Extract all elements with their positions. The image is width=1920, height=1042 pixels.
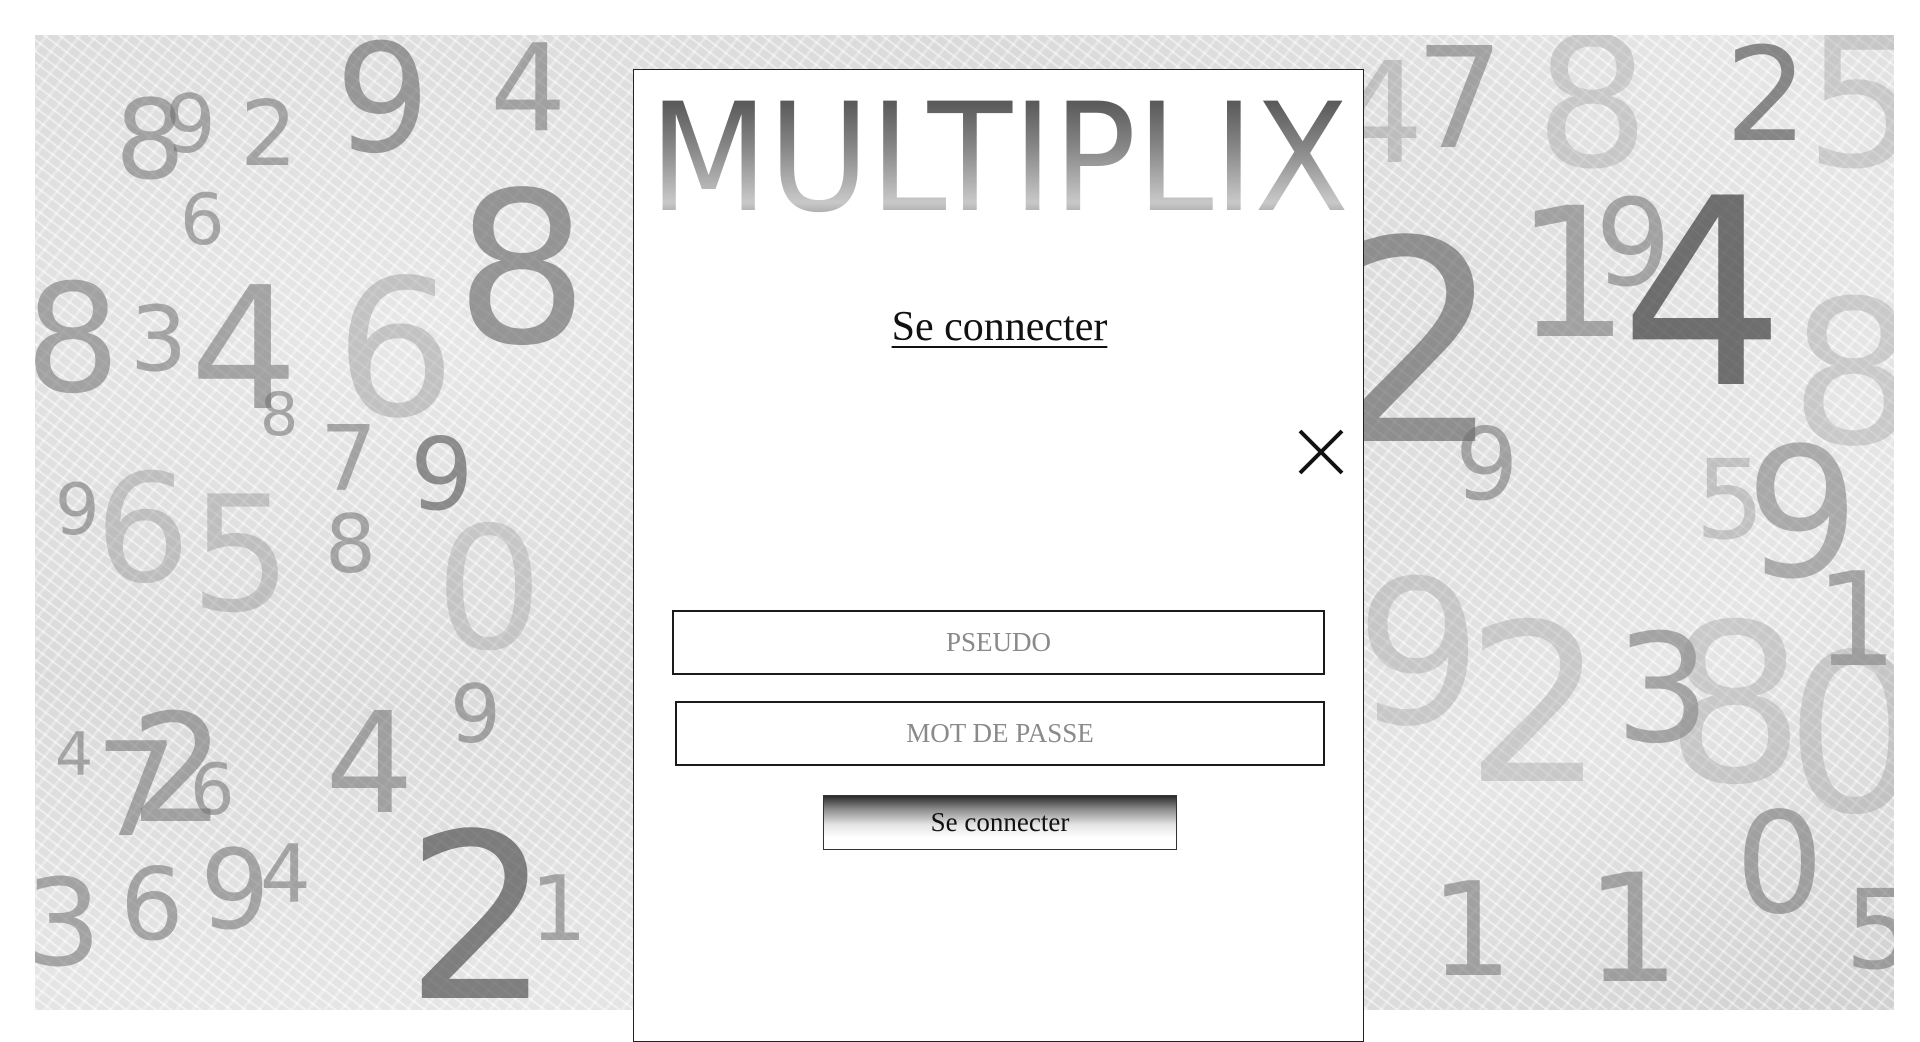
decor-digit: 3 [130, 287, 188, 392]
multiplix-logo: MULTIPLIX [634, 70, 1363, 265]
decor-digit: 4 [490, 35, 567, 159]
decor-digit: 1 [1430, 854, 1513, 1006]
password-input[interactable] [675, 701, 1325, 766]
page-title: Se connecter [891, 304, 1108, 350]
decor-digit: 5 [1845, 866, 1894, 994]
decor-digit: 9 [1355, 538, 1483, 771]
decor-digit: 8 [325, 498, 376, 591]
login-button[interactable]: Se connecter [823, 795, 1177, 850]
close-icon[interactable] [1294, 425, 1348, 479]
decor-digit: 9 [55, 469, 100, 551]
decor-digit: 2 [240, 82, 298, 187]
decor-digit: 4 [55, 720, 94, 790]
decor-digit: 8 [455, 147, 589, 392]
decor-digit: 5 [190, 461, 292, 648]
decor-digit: 7 [1415, 35, 1505, 181]
decor-digit: 5 [1695, 436, 1765, 564]
decor-digit: 4 [325, 683, 415, 846]
decor-digit: 2 [1725, 35, 1808, 171]
logo-text: MULTIPLIX [649, 72, 1349, 246]
decor-digit: 9 [335, 35, 431, 187]
decor-digit: 9 [165, 78, 216, 171]
decor-digit: 1 [1585, 843, 1681, 1010]
login-dialog: MULTIPLIX Se connecter Se connecter [633, 69, 1364, 1042]
decor-digit: 0 [1735, 783, 1825, 946]
decor-digit: 6 [95, 443, 191, 617]
decor-digit: 6 [180, 179, 225, 261]
decor-digit: 8 [1665, 577, 1805, 833]
decor-digit: 9 [1455, 406, 1519, 523]
decor-digit: 7 [320, 407, 378, 512]
decor-digit: 1 [530, 857, 588, 962]
decor-digit: 8 [35, 253, 121, 427]
pseudo-input[interactable] [672, 610, 1325, 675]
decor-digit: 5 [1805, 35, 1894, 209]
decor-digit: 4 [1620, 144, 1786, 446]
decor-digit: 2 [1465, 577, 1605, 833]
decor-digit: 6 [120, 846, 184, 963]
decor-digit: 4 [260, 828, 311, 921]
decor-digit: 6 [190, 749, 235, 831]
decor-digit: 8 [260, 380, 299, 450]
decor-digit: 0 [435, 491, 544, 689]
decor-digit: 9 [450, 668, 501, 761]
decor-digit: 3 [35, 855, 102, 994]
